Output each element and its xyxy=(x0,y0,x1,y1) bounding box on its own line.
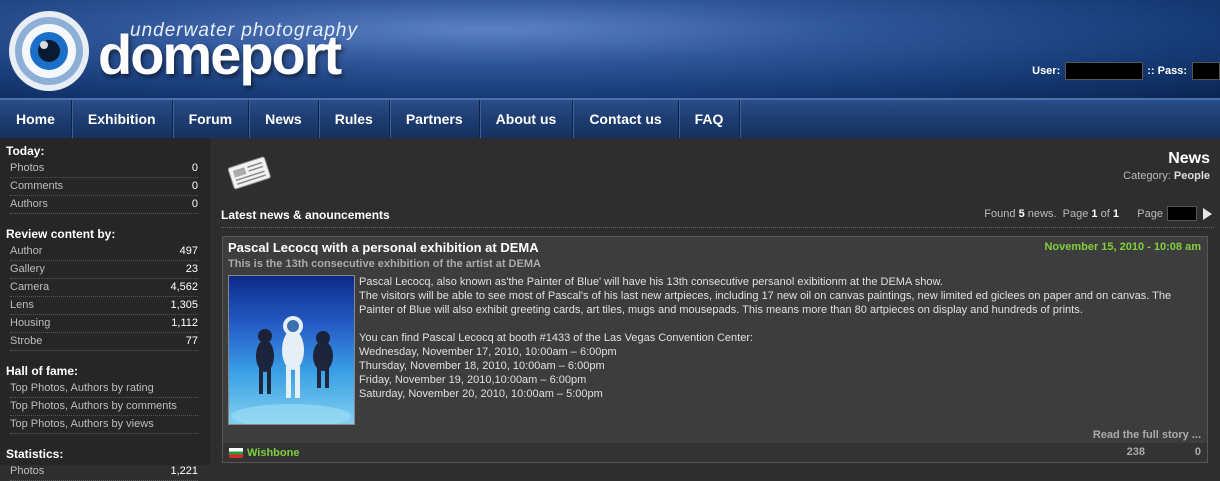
row-value: 497 xyxy=(179,245,198,257)
row-label: Authors xyxy=(10,198,48,210)
today-row[interactable]: Authors 0 xyxy=(10,196,198,214)
page-total: 1 xyxy=(1112,207,1119,220)
article-image[interactable] xyxy=(228,275,355,425)
row-label: Lens xyxy=(10,299,34,311)
news-article: Pascal Lecocq with a personal exhibition… xyxy=(222,236,1208,463)
row-value: 1,305 xyxy=(170,299,198,311)
row-value: 0 xyxy=(191,162,198,174)
row-label: Housing xyxy=(10,317,51,329)
nav-home[interactable]: Home xyxy=(0,100,72,138)
article-paragraph xyxy=(359,317,1204,331)
user-input[interactable] xyxy=(1065,62,1144,80)
read-more-link[interactable]: Read the full story ... xyxy=(1093,429,1201,441)
logo-eye-icon xyxy=(9,11,89,91)
review-row[interactable]: Lens 1,305 xyxy=(10,297,198,315)
article-paragraph: Saturday, November 20, 2010, 10:00am – 5… xyxy=(359,388,603,400)
user-label: User: xyxy=(1032,65,1061,77)
row-value: 0 xyxy=(191,198,198,210)
today-row[interactable]: Photos 0 xyxy=(10,160,198,178)
main-nav: Home Exhibition Forum News Rules Partner… xyxy=(0,98,1220,138)
article-paragraph: The visitors will be able to see most of… xyxy=(359,290,1172,316)
article-subtitle: This is the 13th consecutive exhibition … xyxy=(228,258,541,270)
article-paragraph: Friday, November 19, 2010,10:00am – 6:00… xyxy=(359,374,587,386)
newspaper-icon xyxy=(227,156,271,190)
review-row[interactable]: Strobe 77 xyxy=(10,333,198,351)
row-label: Photos xyxy=(10,465,45,477)
found-pre: Found xyxy=(984,207,1016,220)
logo-title[interactable]: domeport xyxy=(98,22,342,87)
divider xyxy=(221,227,1214,228)
login-form: User: :: Pass: xyxy=(1032,62,1220,80)
row-label: Author xyxy=(10,245,43,257)
hall-link-views[interactable]: Top Photos, Authors by views xyxy=(10,416,198,434)
pagination-info: Found 5 news. Page 1 of 1 Page xyxy=(984,206,1212,221)
found-post: news. xyxy=(1027,207,1057,220)
nav-partners[interactable]: Partners xyxy=(390,100,480,138)
bulgaria-flag-icon xyxy=(229,447,243,458)
article-paragraph: Thursday, November 18, 2010, 10:00am – 6… xyxy=(359,360,605,372)
nav-exhibition[interactable]: Exhibition xyxy=(72,100,173,138)
row-value: 4,562 xyxy=(170,281,198,293)
page-title: News xyxy=(1168,150,1210,167)
hall-link-comments[interactable]: Top Photos, Authors by comments xyxy=(10,398,198,416)
article-footer: Wishbone 238 0 xyxy=(223,443,1207,462)
divers-illustration xyxy=(231,316,351,424)
statistics-heading: Statistics: xyxy=(6,447,64,461)
nav-about-us[interactable]: About us xyxy=(480,100,574,138)
pass-label: :: Pass: xyxy=(1147,65,1187,77)
row-value: 23 xyxy=(185,263,198,275)
article-paragraph: Wednesday, November 17, 2010, 10:00am – … xyxy=(359,346,617,358)
category-label: Category: xyxy=(1123,170,1171,182)
article-body: Pascal Lecocq, also known as'the Painter… xyxy=(359,275,1204,401)
page-current: 1 xyxy=(1091,207,1098,220)
main-content: News Category: People Latest news & anou… xyxy=(218,138,1220,465)
article-date: November 15, 2010 - 10:08 am xyxy=(1044,241,1201,253)
nav-rules[interactable]: Rules xyxy=(319,100,390,138)
row-value: 1,112 xyxy=(171,317,198,329)
nav-news[interactable]: News xyxy=(249,100,319,138)
today-heading: Today: xyxy=(6,144,45,158)
review-heading: Review content by: xyxy=(6,227,116,241)
row-label: Comments xyxy=(10,180,64,192)
row-value: 1,221 xyxy=(170,465,198,477)
found-count: 5 xyxy=(1018,207,1025,220)
nav-contact-us[interactable]: Contact us xyxy=(573,100,679,138)
article-views: 238 xyxy=(1126,446,1145,458)
row-value: 77 xyxy=(185,335,198,347)
row-label: Strobe xyxy=(10,335,43,347)
category-line: Category: People xyxy=(1123,170,1210,182)
hall-link-rating[interactable]: Top Photos, Authors by rating xyxy=(10,380,198,398)
site-header: underwater photography domeport User: ::… xyxy=(0,0,1220,98)
row-label: Gallery xyxy=(10,263,45,275)
article-comments[interactable]: 0 xyxy=(1195,446,1201,458)
review-row[interactable]: Gallery 23 xyxy=(10,261,198,279)
review-row[interactable]: Housing 1,112 xyxy=(10,315,198,333)
nav-forum[interactable]: Forum xyxy=(173,100,250,138)
today-row[interactable]: Comments 0 xyxy=(10,178,198,196)
password-input[interactable] xyxy=(1192,62,1220,80)
row-label: Camera xyxy=(10,281,50,293)
page-pre: Page xyxy=(1062,207,1089,220)
section-heading: Latest news & anouncements xyxy=(221,208,390,222)
review-row[interactable]: Camera 4,562 xyxy=(10,279,198,297)
sidebar: Today: Photos 0 Comments 0 Authors 0 Review… xyxy=(0,138,210,481)
go-arrow-icon[interactable] xyxy=(1203,207,1212,220)
stats-row[interactable]: Photos 1,221 xyxy=(10,463,198,481)
row-label: Photos xyxy=(10,162,45,174)
page-input[interactable] xyxy=(1167,206,1197,221)
row-value: 0 xyxy=(191,180,198,192)
category-value[interactable]: People xyxy=(1174,170,1210,182)
page-of: of xyxy=(1100,207,1110,220)
page-label: Page xyxy=(1137,207,1163,220)
review-row[interactable]: Author 497 xyxy=(10,243,198,261)
hall-of-fame-heading: Hall of fame: xyxy=(6,364,79,378)
article-title[interactable]: Pascal Lecocq with a personal exhibition… xyxy=(228,240,539,255)
article-author[interactable]: Wishbone xyxy=(247,447,299,459)
nav-faq[interactable]: FAQ xyxy=(679,100,741,138)
article-paragraph: You can find Pascal Lecocq at booth #143… xyxy=(359,332,754,344)
article-paragraph: Pascal Lecocq, also known as'the Painter… xyxy=(359,276,943,288)
